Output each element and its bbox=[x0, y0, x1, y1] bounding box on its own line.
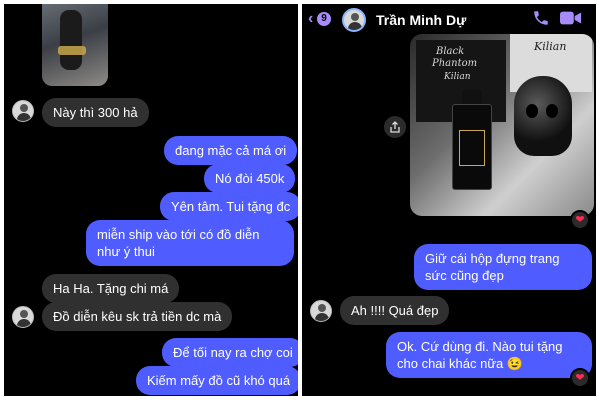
chevron-left-icon[interactable]: ‹ bbox=[308, 10, 313, 28]
avatar[interactable] bbox=[12, 100, 34, 122]
photo-object bbox=[60, 10, 82, 70]
skull-ornament bbox=[514, 76, 572, 156]
bottle-label bbox=[459, 130, 485, 166]
message-outgoing[interactable]: Để tối nay ra chợ coi bbox=[162, 338, 298, 367]
message-outgoing[interactable]: miễn ship vào tới có đồ diễn như ý thui bbox=[86, 220, 294, 266]
message-outgoing[interactable]: Ok. Cứ dùng đi. Nào tui tặng cho chai kh… bbox=[386, 332, 592, 378]
box-print: Kilian bbox=[444, 72, 471, 82]
avatar[interactable] bbox=[12, 306, 34, 328]
chat-header: ‹ 9 Trần Minh Dự bbox=[302, 4, 596, 34]
box-print: Phantom bbox=[432, 58, 478, 69]
share-icon bbox=[390, 121, 400, 133]
video-camera-icon[interactable] bbox=[560, 10, 582, 26]
box-print: Kilian bbox=[534, 40, 567, 53]
chat-screenshot-left: Này thì 300 hả đang mặc cả má ơi Nó đòi … bbox=[4, 4, 298, 396]
contact-avatar[interactable] bbox=[342, 8, 366, 32]
shared-photo[interactable]: Black Phantom Kilian Kilian bbox=[410, 34, 594, 216]
contact-name[interactable]: Trần Minh Dự bbox=[376, 12, 466, 28]
box-print: Black bbox=[436, 46, 465, 57]
message-outgoing[interactable]: Giữ cái hộp đựng trang sức cũng đẹp bbox=[414, 244, 592, 290]
message-outgoing[interactable]: Kiếm mấy đồ cũ khó quá bbox=[136, 366, 298, 395]
message-outgoing[interactable]: Nó đòi 450k bbox=[204, 164, 296, 193]
message-incoming[interactable]: Này thì 300 hả bbox=[42, 98, 149, 127]
shared-photo[interactable] bbox=[42, 4, 108, 86]
message-incoming[interactable]: Ah !!!! Quá đẹp bbox=[340, 296, 450, 325]
message-incoming[interactable]: Đồ diễn kêu sk trả tiền dc mà bbox=[42, 302, 233, 331]
heart-icon[interactable]: ❤ bbox=[570, 210, 590, 230]
heart-icon[interactable]: ❤ bbox=[570, 368, 590, 388]
unread-badge: 9 bbox=[317, 12, 331, 26]
share-button[interactable] bbox=[384, 116, 406, 138]
avatar[interactable] bbox=[310, 300, 332, 322]
photo-detail bbox=[58, 46, 86, 55]
message-outgoing[interactable]: Yên tâm. Tui tặng đc bbox=[160, 192, 298, 221]
chat-screenshot-right: ‹ 9 Trần Minh Dự Black Phantom Kilian Ki… bbox=[302, 4, 596, 396]
phone-icon[interactable] bbox=[532, 9, 550, 27]
message-incoming[interactable]: Ha Ha. Tặng chi má bbox=[42, 274, 180, 303]
message-outgoing[interactable]: đang mặc cả má ơi bbox=[164, 136, 298, 165]
